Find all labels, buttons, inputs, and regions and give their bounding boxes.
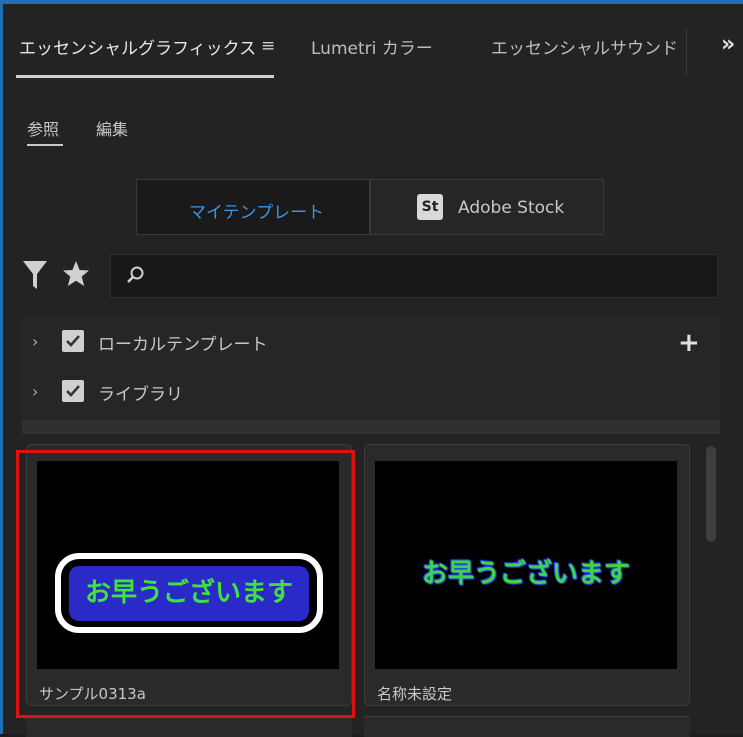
star-icon[interactable] bbox=[61, 259, 91, 293]
my-templates-button[interactable]: マイテンプレート bbox=[136, 179, 370, 235]
tree-item-libraries[interactable]: › ライブラリ bbox=[22, 372, 720, 412]
filter-icon[interactable] bbox=[22, 259, 50, 295]
libraries-checkbox[interactable] bbox=[62, 380, 84, 402]
essential-graphics-panel: エッセンシャルグラフィックス ≡ Lumetri カラー エッセンシャルサウンド… bbox=[0, 0, 743, 737]
tree-item-label: ライブラリ bbox=[98, 385, 183, 405]
tab-menu-icon[interactable]: ≡ bbox=[261, 36, 275, 56]
tab-divider bbox=[686, 28, 687, 76]
add-folder-button[interactable]: + bbox=[678, 328, 700, 358]
search-icon bbox=[125, 265, 145, 289]
template-card[interactable]: お早うございます 名称未設定 bbox=[364, 444, 690, 706]
adobe-stock-label: Adobe Stock bbox=[458, 198, 565, 218]
tree-item-local-templates[interactable]: › ローカルテンプレート + bbox=[22, 322, 720, 362]
subtab-underline bbox=[27, 144, 63, 146]
template-folder-tree: › ローカルテンプレート + › ライブラリ bbox=[22, 316, 720, 420]
preview-title-text: お早うございます bbox=[84, 578, 293, 608]
preview-title-text: お早うございます bbox=[421, 559, 630, 589]
subtab-browse[interactable]: 参照 bbox=[27, 116, 59, 140]
adobe-stock-icon: St bbox=[417, 194, 443, 220]
panel-focus-border-left bbox=[0, 0, 3, 734]
my-templates-label: マイテンプレート bbox=[189, 203, 325, 223]
search-input[interactable] bbox=[110, 254, 718, 298]
template-name: サンプル0313a bbox=[39, 685, 146, 703]
more-tabs-icon[interactable]: » bbox=[721, 32, 735, 57]
chevron-right-icon[interactable]: › bbox=[32, 382, 38, 401]
tab-lumetri-color[interactable]: Lumetri カラー bbox=[311, 34, 433, 59]
active-tab-underline bbox=[16, 75, 274, 78]
adobe-stock-button[interactable]: St Adobe Stock bbox=[370, 179, 604, 235]
subtab-edit[interactable]: 編集 bbox=[96, 116, 128, 140]
scrollbar-thumb[interactable] bbox=[706, 446, 716, 542]
panel-resize-divider[interactable] bbox=[22, 420, 720, 434]
local-templates-checkbox[interactable] bbox=[62, 330, 84, 352]
preview-title-frame: お早うございます bbox=[55, 553, 323, 633]
template-card[interactable]: お早うございます サンプル0313a bbox=[26, 444, 352, 706]
panel-tab-bar: エッセンシャルグラフィックス ≡ Lumetri カラー エッセンシャルサウンド… bbox=[3, 4, 743, 80]
tab-essential-graphics[interactable]: エッセンシャルグラフィックス bbox=[19, 34, 256, 59]
template-grid: お早うございます サンプル0313a お早うございます 名称未設定 bbox=[22, 434, 720, 737]
template-thumbnail: お早うございます bbox=[37, 461, 339, 669]
chevron-right-icon[interactable]: › bbox=[32, 332, 38, 351]
tree-item-label: ローカルテンプレート bbox=[98, 335, 268, 355]
template-thumbnail: お早うございます bbox=[375, 461, 677, 669]
preview-title-plate: お早うございます bbox=[69, 566, 309, 621]
template-name: 名称未設定 bbox=[377, 685, 453, 703]
tab-essential-sound[interactable]: エッセンシャルサウンド bbox=[491, 34, 678, 59]
